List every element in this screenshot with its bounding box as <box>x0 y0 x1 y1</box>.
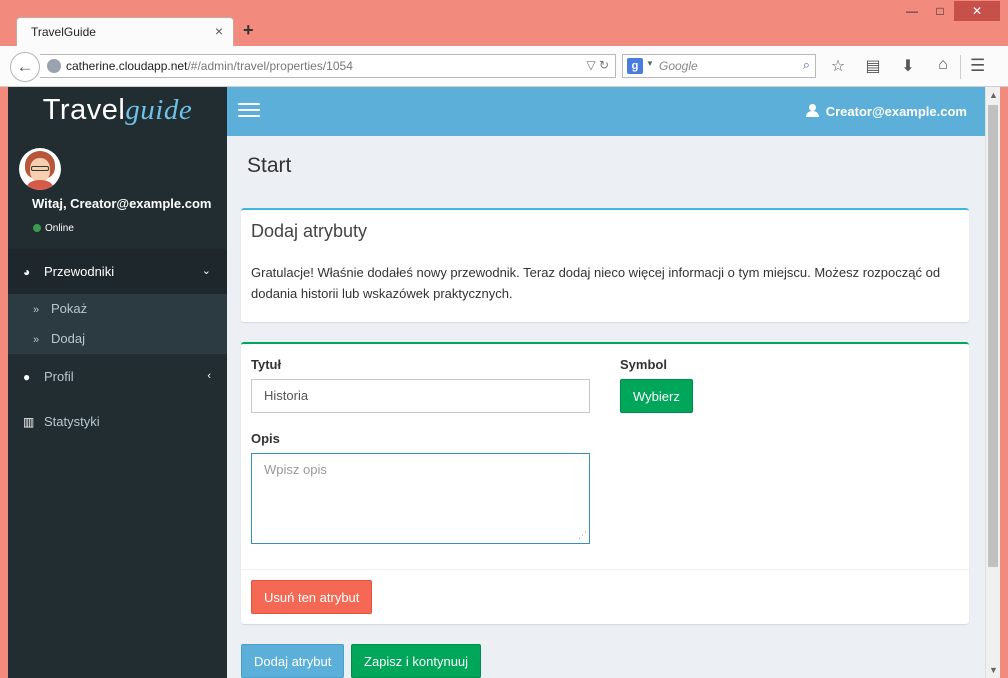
symbol-label: Symbol <box>620 357 667 372</box>
search-engine-icon[interactable]: g <box>627 58 643 74</box>
search-engine-dropdown-icon[interactable]: ▼ <box>646 59 654 68</box>
info-box-title: Dodaj atrybuty <box>251 221 368 241</box>
user-greeting: Witaj, Creator@example.com <box>32 196 212 211</box>
globe-icon <box>47 59 61 73</box>
status-label: Online <box>45 223 74 234</box>
sidebar-subitem-pokaz[interactable]: » Pokaż <box>8 294 227 324</box>
attribute-form-box: Tytuł Historia Symbol Wybierz Opis Wpisz… <box>241 342 969 624</box>
scroll-up-icon[interactable]: ▲ <box>989 90 998 100</box>
sidebar-item-profil[interactable]: ● Profil ‹ <box>8 354 227 399</box>
reading-list-icon[interactable]: ▤ <box>861 56 885 78</box>
bar-chart-icon: ▥ <box>23 415 35 429</box>
logo-text: Travel <box>42 94 126 126</box>
logo-accent-text: guide <box>125 94 193 126</box>
user-menu[interactable]: Creator@example.com <box>805 104 967 119</box>
chevron-down-icon: ⌄ <box>201 265 211 277</box>
title-input[interactable]: Historia <box>251 379 590 413</box>
reload-icon[interactable]: ▽ ↻ <box>586 58 609 72</box>
app-logo[interactable]: Travelguide <box>8 87 227 136</box>
main-content: Start Dodaj atrybuty Gratulacje! Właśnie… <box>227 136 985 678</box>
back-icon[interactable]: ← <box>10 52 40 82</box>
download-icon[interactable]: ⬇ <box>896 56 920 78</box>
avatar <box>19 148 61 190</box>
tab-close-icon[interactable]: × <box>215 23 223 39</box>
form-footer-divider <box>241 569 969 570</box>
user-panel: Witaj, Creator@example.com Online <box>8 136 227 249</box>
browser-tab[interactable]: TravelGuide × <box>16 17 234 46</box>
dashboard-icon: ◕ <box>23 265 31 279</box>
sidebar-menu: ◕ Przewodniki ⌄ » Pokaż » Dodaj ● Profil ‹ ▥… <box>8 249 227 444</box>
choose-symbol-button[interactable]: Wybierz <box>620 379 693 413</box>
maximize-button[interactable]: □ <box>926 1 954 21</box>
description-textarea[interactable]: Wpisz opis ⋰ <box>251 453 590 544</box>
window-controls: — □ ✕ <box>898 1 1000 21</box>
minimize-button[interactable]: — <box>898 1 926 21</box>
sidebar-item-statystyki[interactable]: ▥ Statystyki <box>8 399 227 444</box>
resize-grip-icon[interactable]: ⋰ <box>578 530 587 541</box>
sidebar-submenu: » Pokaż » Dodaj <box>8 294 227 354</box>
sidebar-item-label: Przewodniki <box>44 264 115 279</box>
url-host: catherine.cloudapp.net <box>66 59 188 73</box>
scrollbar-thumb[interactable] <box>988 105 998 567</box>
scroll-down-icon[interactable]: ▼ <box>989 665 998 675</box>
search-icon[interactable]: ⌕ <box>803 57 810 73</box>
description-placeholder: Wpisz opis <box>264 462 327 477</box>
url-path: /#/admin/travel/properties/1054 <box>187 59 353 73</box>
title-label: Tytuł <box>251 357 282 372</box>
double-chevron-right-icon: » <box>33 304 40 316</box>
description-label: Opis <box>251 431 280 446</box>
sidebar-toggle-icon[interactable] <box>238 103 260 119</box>
search-bar[interactable]: g ▼ Google ⌕ <box>622 54 816 78</box>
user-menu-label: Creator@example.com <box>825 104 967 119</box>
home-icon[interactable]: ⌂ <box>931 56 955 78</box>
sidebar-subitem-label: Dodaj <box>51 331 85 346</box>
online-status-icon <box>33 224 41 232</box>
toolbar-icons: ☆ ▤ ⬇ ⌂ <box>826 56 955 78</box>
url-text[interactable]: catherine.cloudapp.net/#/admin/travel/pr… <box>66 59 353 73</box>
search-input[interactable]: Google <box>659 59 698 73</box>
toolbar-divider <box>960 55 961 79</box>
page-title: Start <box>247 154 292 177</box>
star-icon[interactable]: ☆ <box>826 56 850 78</box>
remove-attribute-button[interactable]: Usuń ten atrybut <box>251 580 373 614</box>
page-scrollbar[interactable]: ▲ ▼ <box>985 87 1000 678</box>
add-attribute-button[interactable]: Dodaj atrybut <box>241 644 345 678</box>
user-icon: ● <box>23 370 31 384</box>
sidebar-subitem-dodaj[interactable]: » Dodaj <box>8 324 227 354</box>
new-tab-button[interactable]: + <box>243 20 254 41</box>
page-viewport: Travelguide Witaj, Creator@example.com O… <box>8 87 1000 678</box>
sidebar: Travelguide Witaj, Creator@example.com O… <box>8 87 227 678</box>
url-bar[interactable]: catherine.cloudapp.net/#/admin/travel/pr… <box>40 54 616 78</box>
sidebar-subitem-label: Pokaż <box>51 301 88 316</box>
top-header: Creator@example.com <box>227 87 985 136</box>
info-box-text: Gratulacje! Właśnie dodałeś nowy przewod… <box>251 265 941 301</box>
info-box: Dodaj atrybuty Gratulacje! Właśnie dodał… <box>241 208 969 322</box>
tab-title: TravelGuide <box>31 25 96 39</box>
sidebar-item-przewodniki[interactable]: ◕ Przewodniki ⌄ <box>8 249 227 294</box>
browser-navbar: ← catherine.cloudapp.net/#/admin/travel/… <box>0 46 1008 87</box>
save-continue-button[interactable]: Zapisz i kontynuuj <box>351 644 482 678</box>
close-window-button[interactable]: ✕ <box>954 1 1000 21</box>
menu-icon[interactable]: ☰ <box>970 56 985 76</box>
sidebar-item-label: Statystyki <box>44 414 100 429</box>
browser-titlebar: TravelGuide × + — □ ✕ <box>0 0 1008 46</box>
double-chevron-right-icon: » <box>33 334 40 346</box>
user-icon <box>805 104 819 117</box>
user-status: Online <box>33 223 74 234</box>
chevron-left-icon: ‹ <box>207 370 211 382</box>
sidebar-item-label: Profil <box>44 369 74 384</box>
